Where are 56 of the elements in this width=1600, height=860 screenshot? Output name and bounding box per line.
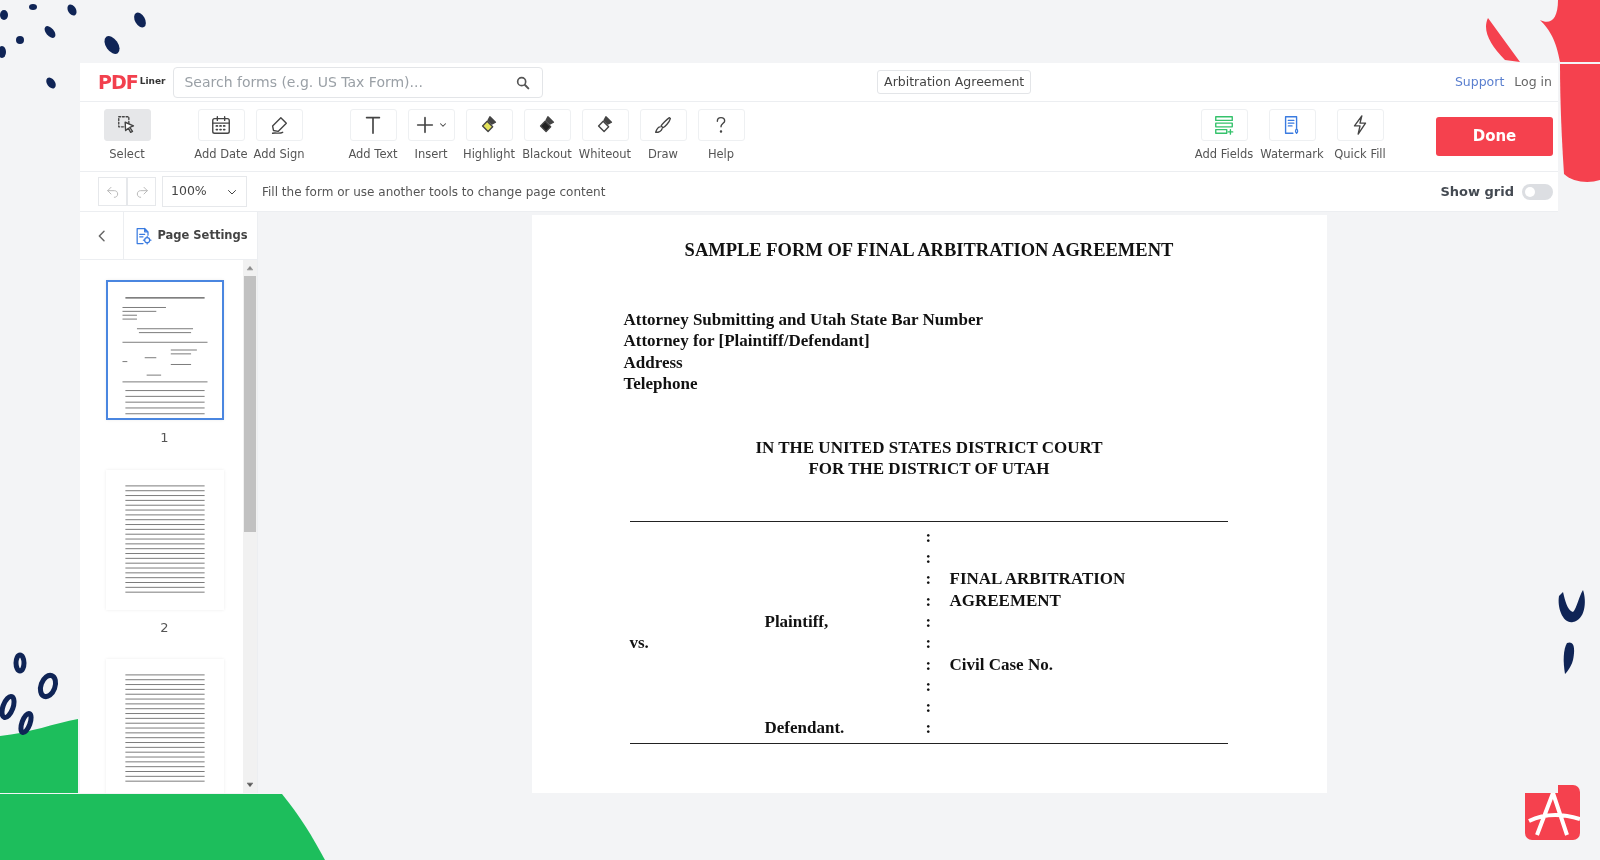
tool-button[interactable]: Highlight bbox=[460, 109, 518, 164]
caption-colon: : bbox=[925, 526, 932, 546]
caption-text: FINAL ARBITRATION bbox=[949, 569, 1126, 589]
caption-text: Plaintiff, bbox=[764, 611, 829, 631]
caption-text: Civil Case No. bbox=[949, 654, 1053, 674]
tool-button[interactable]: Add Date bbox=[192, 109, 250, 164]
tool-button[interactable]: Blackout bbox=[518, 109, 576, 164]
caption-colon: : bbox=[925, 611, 932, 631]
tool-button[interactable]: Add Sign bbox=[250, 109, 308, 164]
tool-button[interactable]: Whiteout bbox=[576, 109, 634, 164]
caption-colon: : bbox=[925, 569, 932, 589]
scroll-down-icon bbox=[246, 781, 254, 789]
toggle-switch[interactable] bbox=[1522, 183, 1553, 200]
redo-button[interactable] bbox=[127, 177, 156, 206]
search-field[interactable]: Search forms (e.g. US Tax Form)... bbox=[173, 66, 544, 98]
document-name: Arbitration Agreement bbox=[877, 69, 1032, 95]
document-heading: SAMPLE FORM OF FINAL ARBITRATION AGREEMENT bbox=[683, 239, 1175, 262]
tool-button[interactable]: Help bbox=[692, 109, 750, 164]
hint-text: Fill the form or use another tools to change page content bbox=[262, 183, 606, 201]
scroll-up-icon bbox=[246, 264, 254, 272]
tool-button[interactable]: Add Text bbox=[344, 109, 402, 164]
search-icon bbox=[515, 74, 532, 91]
text-line: Telephone bbox=[623, 373, 699, 395]
caption-colon: : bbox=[925, 697, 932, 717]
login-link[interactable]: Log in bbox=[1514, 72, 1552, 92]
tool-button[interactable]: Select bbox=[98, 109, 156, 164]
support-link[interactable]: Support bbox=[1454, 72, 1505, 92]
dots-drawing bbox=[44, 76, 58, 91]
calendar-icon bbox=[210, 114, 232, 137]
tool-button[interactable]: Add Fields bbox=[1190, 109, 1258, 164]
show-grid-label: Show grid bbox=[1440, 182, 1514, 201]
text-line: FOR THE DISTRICT OF UTAH bbox=[808, 458, 1050, 478]
tool-button[interactable]: Watermark bbox=[1258, 109, 1326, 164]
form-fields-icon bbox=[1213, 114, 1235, 137]
tool-button[interactable]: Insert bbox=[402, 109, 460, 164]
caption-colon: : bbox=[925, 675, 932, 695]
scrollbar[interactable] bbox=[243, 260, 257, 793]
caption-colon: : bbox=[925, 718, 932, 738]
page-number: 1 bbox=[160, 429, 169, 447]
caption-colon: : bbox=[925, 633, 932, 653]
text-line: Address bbox=[623, 351, 684, 374]
done-button[interactable]: Done bbox=[1436, 117, 1553, 156]
tool-button[interactable]: Quick Fill bbox=[1326, 109, 1394, 164]
text-line: Attorney for [Plaintiff/Defendant] bbox=[623, 330, 871, 352]
caption-text: AGREEMENT bbox=[949, 590, 1061, 610]
zoom-dropdown[interactable]: 100% bbox=[162, 176, 247, 207]
caption-colon: : bbox=[925, 654, 932, 674]
tool-button[interactable]: Draw bbox=[634, 109, 692, 164]
caption-text: vs. bbox=[629, 633, 649, 653]
text-line: IN THE UNITED STATES DISTRICT COURT bbox=[755, 437, 1103, 457]
page-number: 2 bbox=[160, 618, 169, 637]
caption-colon: : bbox=[925, 590, 932, 610]
undo-button[interactable] bbox=[98, 177, 127, 206]
caption-colon: : bbox=[925, 548, 932, 568]
caption-text: Defendant. bbox=[764, 718, 845, 738]
text-line: Attorney Submitting and Utah State Bar Number bbox=[623, 308, 985, 331]
